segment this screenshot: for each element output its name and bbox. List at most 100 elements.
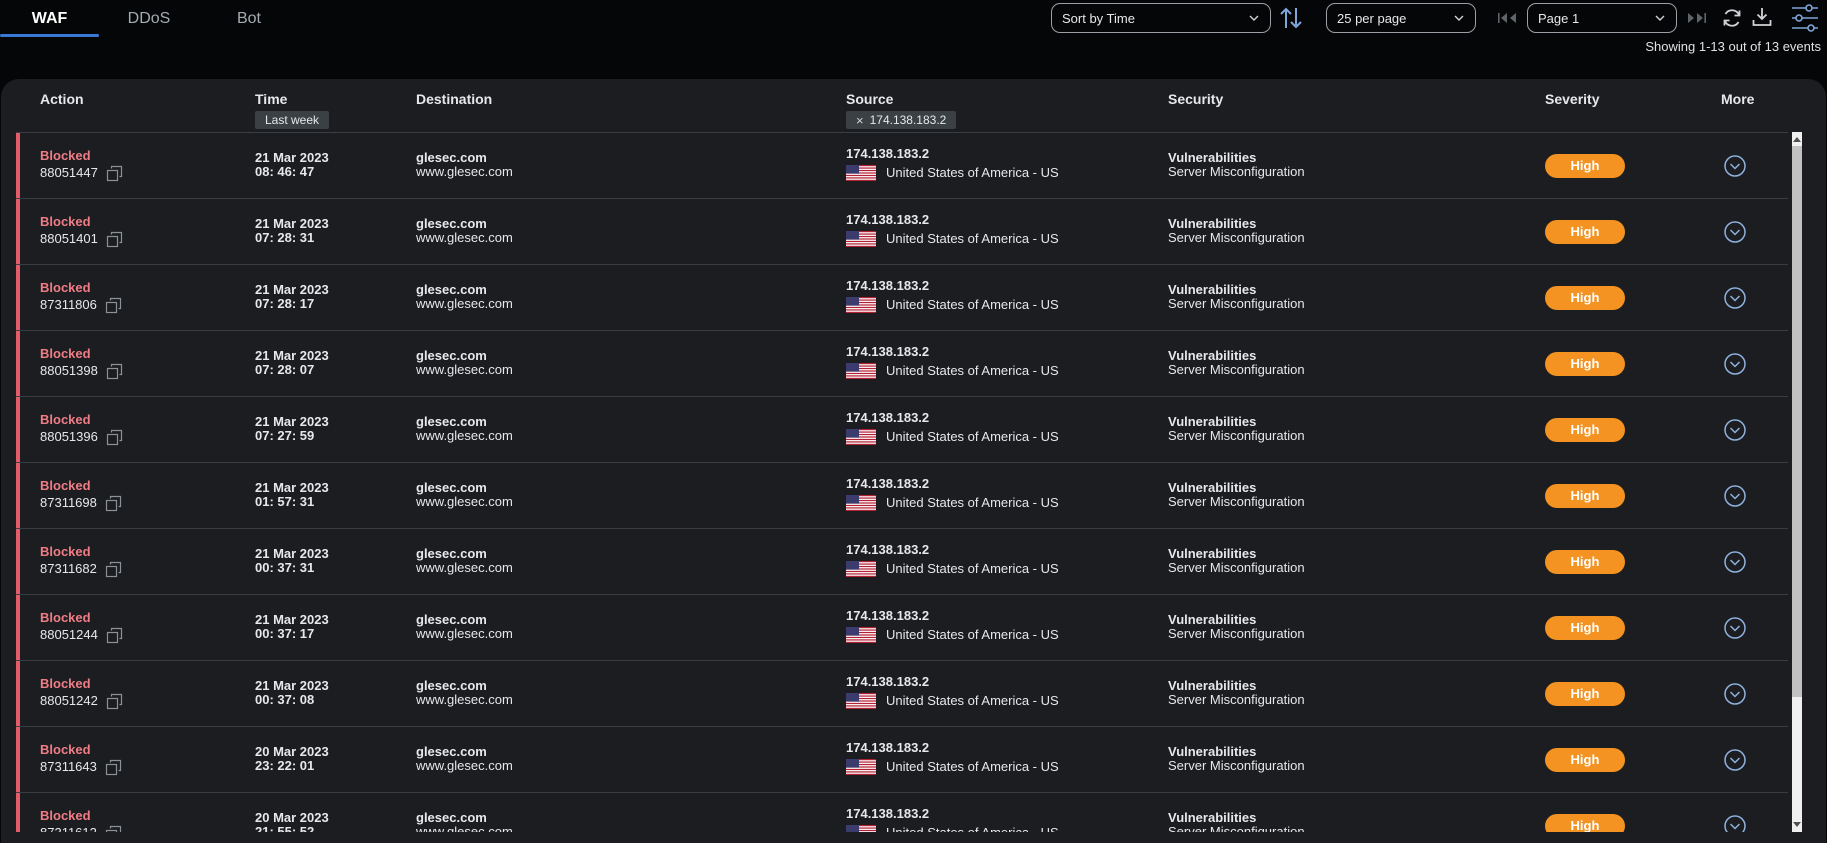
column-header-security[interactable]: Security [1168,91,1223,107]
table-row[interactable]: Blocked 87311612 20 Mar 2023 21: 55: 52 … [16,793,1788,832]
event-date: 21 Mar 2023 [255,480,329,495]
expand-row-icon[interactable] [1723,484,1747,508]
refresh-button[interactable] [1720,6,1744,30]
severity-cell: High [1545,550,1625,574]
severity-cell: High [1545,286,1625,310]
destination-cell: glesec.com www.glesec.com [416,613,513,641]
event-time: 21: 55: 52 [255,824,315,833]
time-filter-chip[interactable]: Last week [255,111,330,129]
destination-domain: glesec.com [416,744,487,759]
source-country: United States of America - US [846,693,1059,709]
destination-host: www.glesec.com [416,428,513,443]
event-time: 07: 27: 59 [255,428,315,443]
event-date: 20 Mar 2023 [255,744,329,759]
table-row[interactable]: Blocked 88051396 21 Mar 2023 07: 27: 59 … [16,397,1788,463]
destination-domain: glesec.com [416,810,487,825]
tab-bot[interactable]: Bot [199,0,299,37]
scroll-down-button[interactable] [1792,818,1802,832]
scroll-up-button[interactable] [1792,132,1802,146]
results-count: Showing 1-13 out of 13 events [1645,39,1821,54]
table-row[interactable]: Blocked 87311682 21 Mar 2023 00: 37: 31 … [16,529,1788,595]
copy-icon[interactable] [106,429,124,447]
table-row[interactable]: Blocked 88051401 21 Mar 2023 07: 28: 31 … [16,199,1788,265]
sort-direction-button[interactable] [1277,4,1305,32]
column-header-source[interactable]: Source [846,91,893,107]
time-cell: 21 Mar 2023 07: 27: 59 [255,415,329,443]
expand-row-icon[interactable] [1723,682,1747,706]
time-cell: 21 Mar 2023 07: 28: 31 [255,217,329,245]
table-row[interactable]: Blocked 88051244 21 Mar 2023 00: 37: 17 … [16,595,1788,661]
destination-host: www.glesec.com [416,164,513,179]
column-header-severity[interactable]: Severity [1545,91,1599,107]
destination-cell: glesec.com www.glesec.com [416,745,513,773]
expand-row-icon[interactable] [1723,286,1747,310]
source-filter-chip: × 174.138.183.2 [846,111,957,129]
time-cell: 21 Mar 2023 01: 57: 31 [255,481,329,509]
copy-icon[interactable] [105,561,123,579]
table-row[interactable]: Blocked 88051242 21 Mar 2023 00: 37: 08 … [16,661,1788,727]
security-category: Vulnerabilities [1168,414,1257,429]
tab-waf[interactable]: WAF [0,0,99,37]
event-date: 20 Mar 2023 [255,810,329,825]
copy-icon[interactable] [105,825,123,832]
time-cell: 21 Mar 2023 00: 37: 08 [255,679,329,707]
event-date: 21 Mar 2023 [255,414,329,429]
sort-select[interactable]: Sort by Time [1051,3,1271,33]
expand-row-icon[interactable] [1723,550,1747,574]
severity-badge: High [1545,682,1625,706]
event-date: 21 Mar 2023 [255,150,329,165]
event-id: 88051242 [40,691,124,711]
severity-cell: High [1545,352,1625,376]
destination-host: www.glesec.com [416,692,513,707]
destination-host: www.glesec.com [416,758,513,773]
expand-row-icon[interactable] [1723,616,1747,640]
copy-icon[interactable] [106,363,124,381]
destination-domain: glesec.com [416,150,487,165]
table-row[interactable]: Blocked 87311698 21 Mar 2023 01: 57: 31 … [16,463,1788,529]
security-type: Server Misconfiguration [1168,824,1305,833]
source-ip: 174.138.183.2 [846,212,930,227]
last-page-button[interactable] [1683,10,1709,26]
table-row[interactable]: Blocked 87311806 21 Mar 2023 07: 28: 17 … [16,265,1788,331]
copy-icon[interactable] [106,231,124,249]
event-id: 88051244 [40,625,124,645]
expand-row-icon[interactable] [1723,418,1747,442]
column-header-time[interactable]: Time [255,91,287,107]
event-id-value: 88051447 [40,165,98,180]
security-category: Vulnerabilities [1168,216,1257,231]
column-header-destination[interactable]: Destination [416,91,492,107]
copy-icon[interactable] [106,693,124,711]
column-header-action[interactable]: Action [40,91,84,107]
copy-icon[interactable] [105,759,123,777]
copy-icon[interactable] [106,627,124,645]
table-row[interactable]: Blocked 87311643 20 Mar 2023 23: 22: 01 … [16,727,1788,793]
action-status: Blocked [40,280,91,295]
download-button[interactable] [1750,5,1774,29]
copy-icon[interactable] [106,165,124,183]
scroll-thumb[interactable] [1792,146,1802,697]
us-flag-icon [846,627,876,643]
severity-cell: High [1545,220,1625,244]
tab-ddos[interactable]: DDoS [99,0,199,37]
page-select[interactable]: Page 1 [1527,3,1677,33]
expand-row-icon[interactable] [1723,814,1747,832]
expand-row-icon[interactable] [1723,352,1747,376]
copy-icon[interactable] [105,297,123,315]
event-id: 87311806 [40,295,123,315]
security-category: Vulnerabilities [1168,810,1257,825]
security-type: Server Misconfiguration [1168,494,1305,509]
expand-row-icon[interactable] [1723,154,1747,178]
table-row[interactable]: Blocked 88051398 21 Mar 2023 07: 28: 07 … [16,331,1788,397]
caret-up-icon [1793,137,1801,142]
destination-domain: glesec.com [416,678,487,693]
per-page-select[interactable]: 25 per page [1326,3,1476,33]
expand-row-icon[interactable] [1723,220,1747,244]
filter-settings-button[interactable] [1790,2,1820,34]
first-page-button[interactable] [1495,10,1521,26]
close-icon[interactable]: × [856,113,864,128]
table-scrollbar[interactable] [1790,132,1804,832]
expand-row-icon[interactable] [1723,748,1747,772]
copy-icon[interactable] [105,495,123,513]
table-row[interactable]: Blocked 88051447 21 Mar 2023 08: 46: 47 … [16,133,1788,199]
action-cell: Blocked 88051244 [40,611,124,645]
